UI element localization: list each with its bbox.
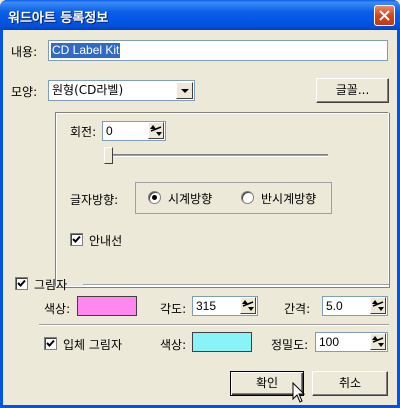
dialog-window: 워드아트 등록정보 내용: CD Label Kit 모양: 원형(CD라벨) … xyxy=(0,0,400,408)
shadow-divider xyxy=(83,284,389,286)
shape-options-panel: 회전: 0 글자방향: 시계방향 반시계방향 안내선 xyxy=(55,112,389,287)
spinner-arrows-icon xyxy=(372,336,384,347)
shadow-spacing-value: 5.0 xyxy=(326,299,343,313)
spinner-arrows-icon xyxy=(150,125,162,136)
precision-value: 100 xyxy=(319,335,340,349)
precision-label: 정밀도: xyxy=(271,338,309,352)
shadow-color-label: 색상: xyxy=(44,302,71,316)
shape-label: 모양: xyxy=(11,85,38,99)
rotation-slider-thumb[interactable] xyxy=(104,147,113,164)
solid-shadow-label: 입체 그림자 xyxy=(63,338,123,352)
content-label: 내용: xyxy=(11,45,38,59)
rotation-slider-track[interactable] xyxy=(106,154,328,157)
checkmark-icon xyxy=(72,235,81,243)
checkmark-icon xyxy=(17,279,26,287)
solid-shadow-color-swatch[interactable] xyxy=(192,332,252,352)
radio-clockwise[interactable] xyxy=(148,191,161,204)
content-input[interactable]: CD Label Kit xyxy=(48,40,388,61)
spinner-arrows-icon xyxy=(372,300,384,311)
precision-spinner[interactable] xyxy=(370,333,386,350)
font-button[interactable]: 글꼴... xyxy=(316,78,389,103)
title-bar[interactable]: 워드아트 등록정보 xyxy=(0,0,400,30)
radio-counterclockwise[interactable] xyxy=(241,191,254,204)
rotation-value: 0 xyxy=(106,124,113,138)
solid-shadow-color-label: 색상: xyxy=(160,338,187,352)
spinner-arrows-icon xyxy=(242,300,254,311)
close-button[interactable] xyxy=(374,5,395,26)
dialog-body: 내용: CD Label Kit 모양: 원형(CD라벨) 글꼴... 회전: … xyxy=(3,30,397,405)
guide-checkbox[interactable] xyxy=(70,233,83,246)
counterclockwise-label[interactable]: 반시계방향 xyxy=(261,190,316,207)
shadow-spacing-spinner[interactable] xyxy=(370,297,386,314)
mouse-pointer-icon xyxy=(292,382,306,403)
clockwise-label[interactable]: 시계방향 xyxy=(168,190,212,207)
precision-input[interactable]: 100 xyxy=(315,332,388,352)
guide-label: 안내선 xyxy=(89,234,123,248)
shadow-spacing-input[interactable]: 5.0 xyxy=(322,296,388,316)
chevron-down-icon[interactable] xyxy=(176,82,193,99)
cancel-button[interactable]: 취소 xyxy=(312,371,388,396)
shadow-label: 그림자 xyxy=(34,278,68,292)
rotation-input[interactable]: 0 xyxy=(102,121,166,141)
solid-shadow-divider xyxy=(39,324,389,326)
shadow-angle-value: 315 xyxy=(196,299,217,313)
shadow-spacing-label: 간격: xyxy=(284,302,311,316)
window-title: 워드아트 등록정보 xyxy=(8,11,109,26)
shape-select[interactable]: 원형(CD라벨) xyxy=(48,80,195,101)
shadow-angle-spinner[interactable] xyxy=(240,297,256,314)
direction-label: 글자방향: xyxy=(70,193,119,207)
content-value: CD Label Kit xyxy=(51,43,121,58)
rotation-label: 회전: xyxy=(70,125,97,139)
shape-value: 원형(CD라벨) xyxy=(52,83,124,97)
shadow-angle-label: 각도: xyxy=(160,302,187,316)
rotation-spinner[interactable] xyxy=(148,122,164,139)
shadow-color-swatch[interactable] xyxy=(77,296,137,316)
shadow-checkbox[interactable] xyxy=(15,277,28,290)
solid-shadow-checkbox[interactable] xyxy=(44,337,57,350)
direction-group: 시계방향 반시계방향 xyxy=(135,182,332,214)
shadow-angle-input[interactable]: 315 xyxy=(192,296,258,316)
checkmark-icon xyxy=(46,339,55,347)
